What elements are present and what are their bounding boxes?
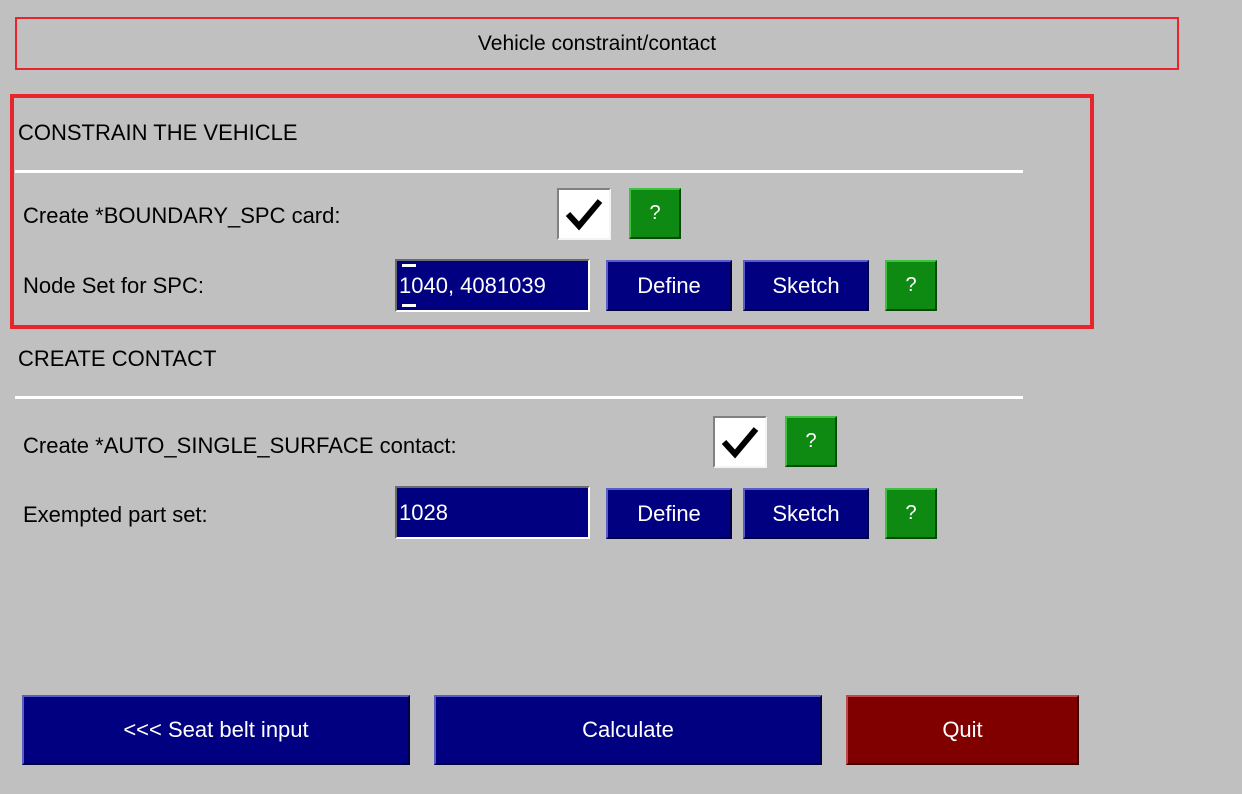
auto-contact-help-button[interactable]: ?	[785, 416, 837, 467]
node-set-input[interactable]: 1040, 4081039	[395, 259, 590, 312]
calculate-button[interactable]: Calculate	[434, 695, 822, 765]
checkmark-icon	[565, 199, 603, 231]
window-title: Vehicle constraint/contact	[15, 17, 1179, 70]
contact-divider	[15, 396, 1023, 399]
quit-button[interactable]: Quit	[846, 695, 1079, 765]
text-cursor-bottom	[402, 304, 416, 307]
auto-contact-label: Create *AUTO_SINGLE_SURFACE contact:	[23, 433, 457, 458]
exempted-help-button[interactable]: ?	[885, 488, 937, 539]
boundary-spc-help-button[interactable]: ?	[629, 188, 681, 239]
node-set-value: 1040, 4081039	[399, 272, 546, 298]
node-set-help-button[interactable]: ?	[885, 260, 937, 311]
boundary-spc-label: Create *BOUNDARY_SPC card:	[23, 203, 341, 228]
exempted-sketch-button[interactable]: Sketch	[743, 488, 869, 539]
node-set-label: Node Set for SPC:	[23, 273, 204, 298]
node-set-define-button[interactable]: Define	[606, 260, 732, 311]
exempted-define-button[interactable]: Define	[606, 488, 732, 539]
constrain-heading: CONSTRAIN THE VEHICLE	[18, 120, 298, 145]
exempted-part-set-input[interactable]: 1028	[395, 486, 590, 539]
boundary-spc-checkbox[interactable]	[557, 188, 611, 240]
auto-contact-checkbox[interactable]	[713, 416, 767, 468]
exempted-part-set-label: Exempted part set:	[23, 502, 208, 527]
seat-belt-input-button[interactable]: <<< Seat belt input	[22, 695, 410, 765]
node-set-sketch-button[interactable]: Sketch	[743, 260, 869, 311]
constrain-divider	[15, 170, 1023, 173]
contact-heading: CREATE CONTACT	[18, 346, 217, 371]
text-cursor-top	[402, 264, 416, 267]
exempted-part-set-value: 1028	[399, 499, 448, 525]
checkmark-icon	[721, 427, 759, 459]
